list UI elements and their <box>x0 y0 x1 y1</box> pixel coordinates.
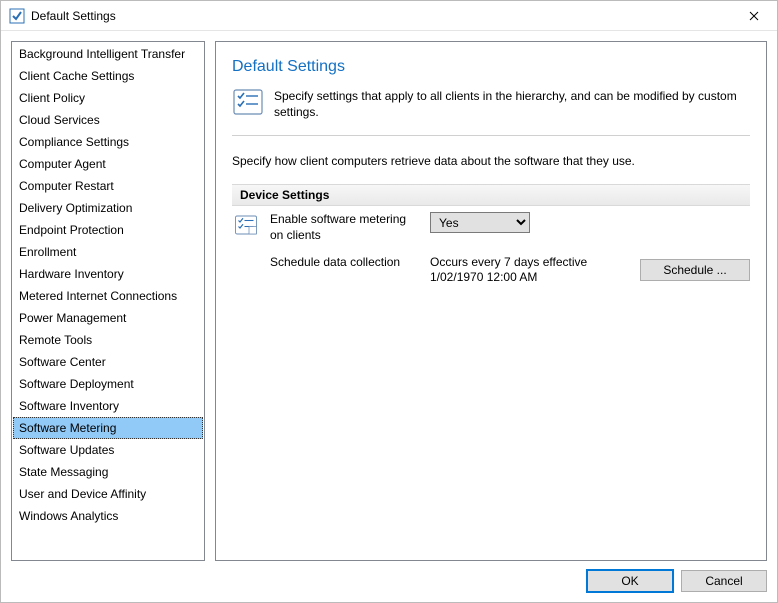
sidebar-item[interactable]: Hardware Inventory <box>13 263 203 285</box>
close-button[interactable] <box>731 1 777 31</box>
button-bar: OK Cancel <box>1 561 777 602</box>
sidebar-item[interactable]: Software Deployment <box>13 373 203 395</box>
sidebar-item[interactable]: Client Cache Settings <box>13 65 203 87</box>
sidebar-item[interactable]: Software Center <box>13 351 203 373</box>
sidebar[interactable]: Background Intelligent TransferClient Ca… <box>11 41 205 561</box>
section-header: Device Settings <box>232 184 750 206</box>
sidebar-item[interactable]: State Messaging <box>13 461 203 483</box>
sidebar-item[interactable]: Remote Tools <box>13 329 203 351</box>
sidebar-item[interactable]: Delivery Optimization <box>13 197 203 219</box>
sidebar-item[interactable]: Cloud Services <box>13 109 203 131</box>
app-icon <box>9 8 25 24</box>
enable-metering-select[interactable]: YesNo <box>430 212 530 233</box>
schedule-button[interactable]: Schedule ... <box>640 259 750 281</box>
enable-metering-label: Enable software metering on clients <box>270 212 420 243</box>
sidebar-item[interactable]: Client Policy <box>13 87 203 109</box>
sidebar-item[interactable]: Enrollment <box>13 241 203 263</box>
sidebar-item[interactable]: Software Inventory <box>13 395 203 417</box>
page-title: Default Settings <box>232 58 750 76</box>
setting-row-enable-metering: Enable software metering on clients YesN… <box>232 206 750 249</box>
sidebar-item[interactable]: Metered Internet Connections <box>13 285 203 307</box>
ok-button[interactable]: OK <box>587 570 673 592</box>
main-panel: Default Settings Specify settings that a… <box>215 41 767 561</box>
divider <box>232 135 750 136</box>
cancel-button[interactable]: Cancel <box>681 570 767 592</box>
sidebar-item[interactable]: Compliance Settings <box>13 131 203 153</box>
sidebar-item[interactable]: Software Updates <box>13 439 203 461</box>
close-icon <box>749 11 759 21</box>
settings-icon <box>232 86 264 121</box>
window-title: Default Settings <box>31 9 731 23</box>
body-area: Background Intelligent TransferClient Ca… <box>1 31 777 561</box>
sidebar-item[interactable]: Power Management <box>13 307 203 329</box>
schedule-label: Schedule data collection <box>270 255 420 271</box>
header-row: Specify settings that apply to all clien… <box>232 86 750 121</box>
titlebar: Default Settings <box>1 1 777 31</box>
sidebar-item[interactable]: Computer Agent <box>13 153 203 175</box>
sidebar-item[interactable]: Windows Analytics <box>13 505 203 527</box>
schedule-value: Occurs every 7 days effective 1/02/1970 … <box>430 255 626 285</box>
sidebar-item[interactable]: User and Device Affinity <box>13 483 203 505</box>
sidebar-item[interactable]: Background Intelligent Transfer <box>13 43 203 65</box>
setting-row-schedule: Schedule data collection Occurs every 7 … <box>232 249 750 291</box>
sidebar-item[interactable]: Software Metering <box>13 417 203 439</box>
section-description: Specify how client computers retrieve da… <box>232 154 750 168</box>
sidebar-item[interactable]: Computer Restart <box>13 175 203 197</box>
checklist-icon <box>234 213 258 240</box>
sidebar-item[interactable]: Endpoint Protection <box>13 219 203 241</box>
header-description: Specify settings that apply to all clien… <box>274 86 750 120</box>
dialog-window: Default Settings Background Intelligent … <box>0 0 778 603</box>
settings-grid: Enable software metering on clients YesN… <box>232 206 750 291</box>
